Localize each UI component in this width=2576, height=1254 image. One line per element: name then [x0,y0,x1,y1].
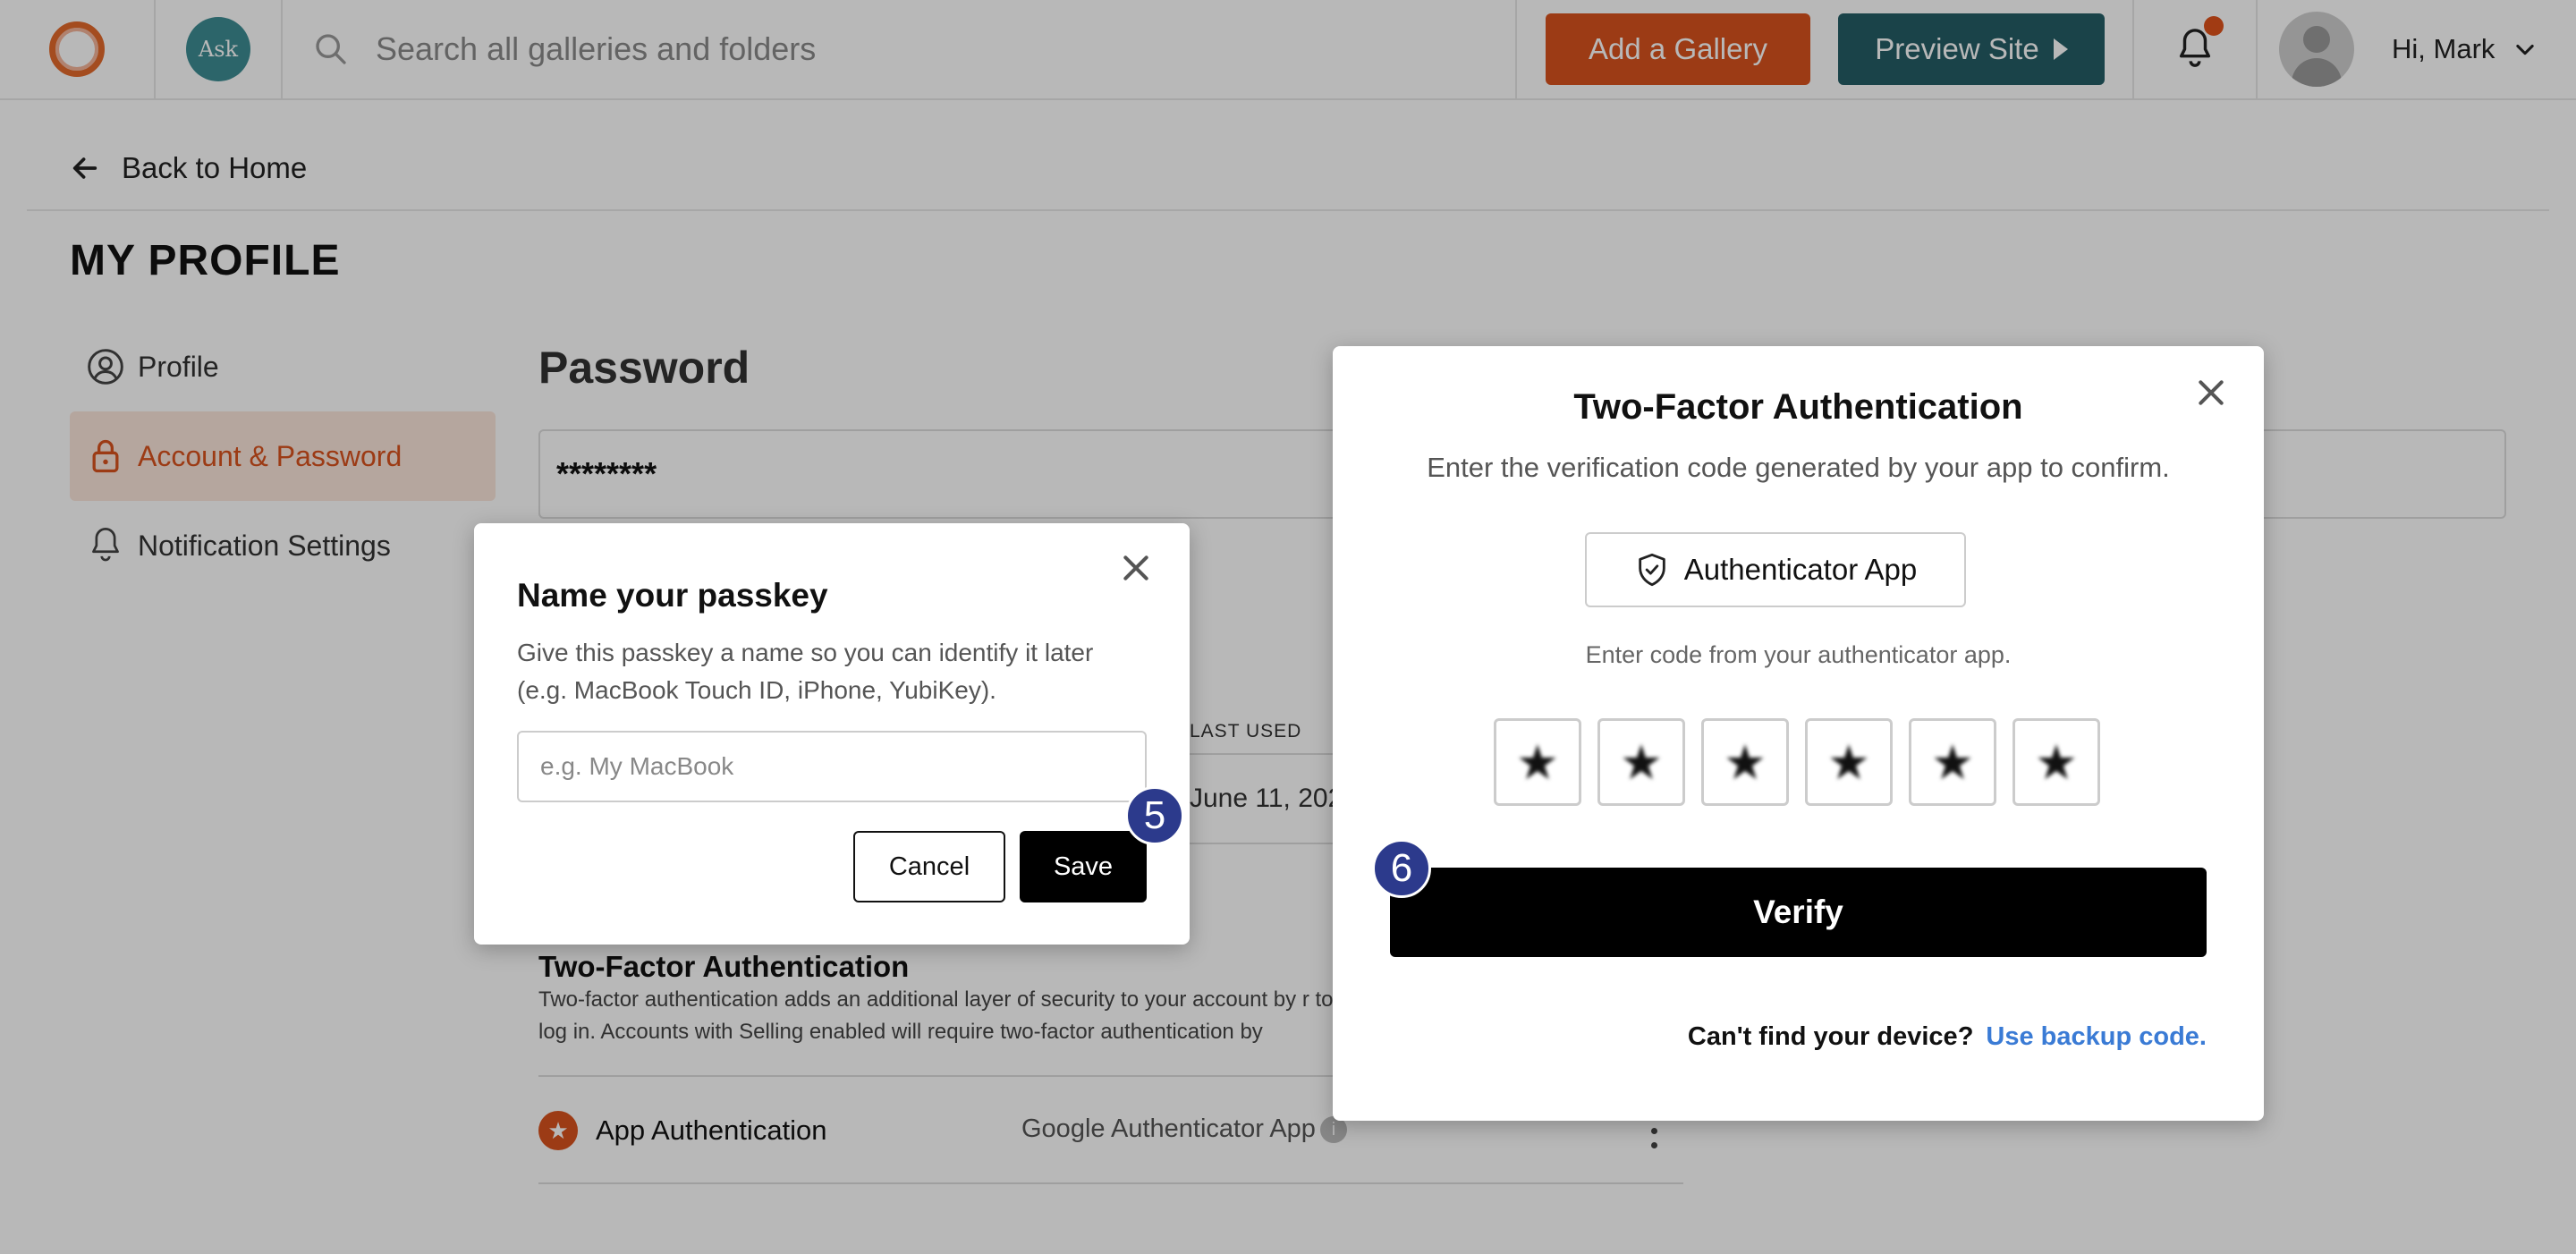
otp-digit-input[interactable]: ★ [1805,718,1893,806]
shield-check-icon [1638,553,1665,587]
passkey-name-input[interactable] [517,731,1147,802]
dialog-subtitle: Enter the verification code generated by… [1427,452,2170,483]
cancel-label: Cancel [888,852,970,881]
close-icon[interactable] [1118,550,1154,586]
step-badge-5: 5 [1125,786,1184,845]
otp-digit: ★ [1515,735,1560,790]
save-label: Save [1053,852,1114,881]
otp-digit: ★ [2034,735,2079,790]
verify-button[interactable]: Verify [1390,868,2207,957]
code-hint: Enter code from your authenticator app. [1585,641,2012,668]
name-passkey-dialog: Name your passkey Give this passkey a na… [474,523,1190,945]
cancel-button[interactable]: Cancel [853,831,1005,902]
otp-digit-input[interactable]: ★ [1494,718,1581,806]
dialog-title: Two-Factor Authentication [1573,387,2023,427]
two-factor-dialog: Two-Factor Authentication Enter the veri… [1333,346,2264,1121]
otp-digit-input[interactable]: ★ [1701,718,1789,806]
authenticator-app-label: Authenticator App [1683,553,1918,586]
step-badge-6: 6 [1372,839,1431,898]
dialog-title: Name your passkey [517,577,828,614]
otp-digit: ★ [1723,735,1767,790]
otp-digit-input[interactable]: ★ [1597,718,1685,806]
otp-digit: ★ [1930,735,1975,790]
dialog-description: Give this passkey a name so you can iden… [517,639,1094,704]
otp-digit-input[interactable]: ★ [2012,718,2100,806]
otp-digit: ★ [1619,735,1664,790]
otp-input-group: ★ ★ ★ ★ ★ ★ [1494,718,2100,806]
save-button[interactable]: Save [1020,831,1147,902]
dialog-footer: Can't find your device? Use backup code. [1333,1022,2207,1052]
otp-digit-input[interactable]: ★ [1909,718,1996,806]
otp-digit: ★ [1826,735,1871,790]
footer-question: Can't find your device? [1687,1022,1974,1051]
verify-label: Verify [1753,894,1843,930]
use-backup-code-link[interactable]: Use backup code. [1986,1022,2207,1051]
authenticator-app-button[interactable]: Authenticator App [1585,532,1966,607]
